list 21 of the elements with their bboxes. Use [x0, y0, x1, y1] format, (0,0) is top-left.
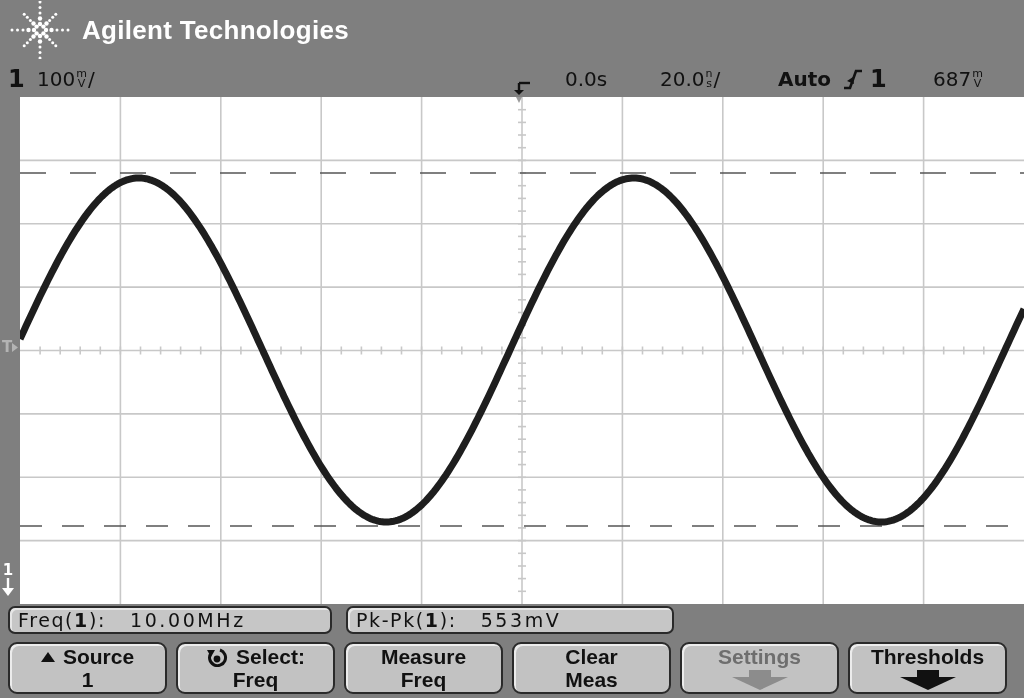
delay-readout: 0.0s — [565, 65, 608, 93]
down-arrow-icon — [899, 669, 956, 690]
channel-number: 1 — [8, 63, 25, 95]
down-arrow-icon — [513, 81, 533, 103]
triangle-right-icon — [12, 343, 19, 352]
softkey-button[interactable]: Clear Meas — [512, 642, 671, 694]
softkey-button[interactable]: Source 1 — [8, 642, 167, 694]
measurement-readout: Pk-Pk(1): 553mV — [346, 606, 674, 634]
measurement-readout: Freq(1): 10.00MHz — [8, 606, 332, 634]
ground-marker-text: 1 — [2, 563, 14, 578]
down-arrow-icon — [2, 578, 14, 596]
softkey-button[interactable]: Select: Freq — [176, 642, 335, 694]
rising-edge-icon — [843, 67, 863, 90]
trigger-source: 1 — [870, 63, 887, 95]
down-arrow-icon — [731, 669, 788, 690]
softkey-button[interactable]: Measure Freq — [344, 642, 503, 694]
brand-name: Agilent Technologies — [82, 13, 349, 47]
softkey-button[interactable]: Thresholds — [848, 642, 1007, 694]
trigger-mode: Auto — [778, 65, 832, 93]
rotate-arrow-icon — [206, 646, 229, 667]
triangle-up-icon — [40, 651, 55, 662]
